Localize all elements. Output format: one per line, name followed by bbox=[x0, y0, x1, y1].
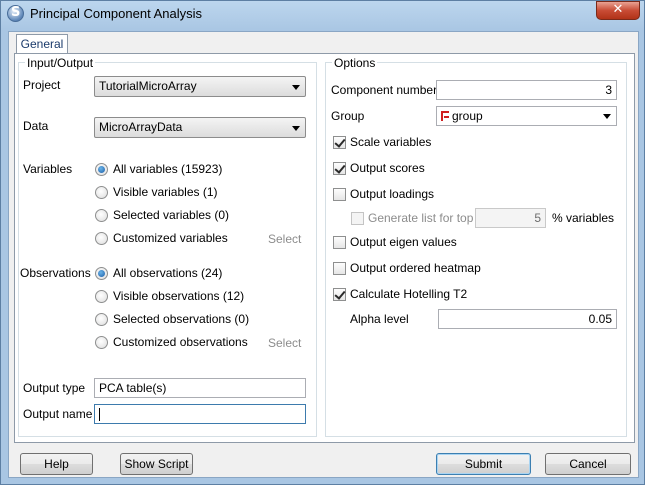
group-label: Group bbox=[331, 109, 365, 123]
customized-observations-label: Customized observations bbox=[113, 335, 248, 349]
radio-customized-observations[interactable] bbox=[95, 336, 108, 349]
calculate-hotelling-label: Calculate Hotelling T2 bbox=[350, 287, 468, 301]
percent-variables-label: % variables bbox=[552, 211, 615, 225]
visible-observations-label: Visible observations (12) bbox=[113, 289, 245, 303]
pca-dialog-window: Principal Component Analysis ✕ General I… bbox=[0, 0, 645, 485]
scale-variables-checkbox[interactable] bbox=[333, 136, 346, 149]
cancel-button[interactable]: Cancel bbox=[545, 453, 631, 475]
output-type-label: Output type bbox=[23, 381, 86, 395]
output-eigen-values-checkbox[interactable] bbox=[333, 236, 346, 249]
output-type-field[interactable]: PCA table(s) bbox=[94, 378, 306, 398]
data-label: Data bbox=[23, 119, 49, 133]
options-title: Options bbox=[332, 56, 378, 70]
tab-general[interactable]: General bbox=[16, 34, 68, 54]
output-ordered-heatmap-label: Output ordered heatmap bbox=[350, 261, 481, 275]
radio-visible-observations[interactable] bbox=[95, 290, 108, 303]
output-eigen-values-label: Output eigen values bbox=[350, 235, 457, 249]
chevron-down-icon bbox=[292, 126, 300, 131]
selected-observations-label: Selected observations (0) bbox=[113, 312, 250, 326]
output-scores-label: Output scores bbox=[350, 161, 425, 175]
radio-customized-variables[interactable] bbox=[95, 232, 108, 245]
selected-variables-label: Selected variables (0) bbox=[113, 208, 230, 222]
dialog-client-area: General Input/Output Project TutorialMic… bbox=[8, 31, 639, 478]
radio-all-variables[interactable] bbox=[95, 163, 108, 176]
radio-all-observations[interactable] bbox=[95, 267, 108, 280]
help-button[interactable]: Help bbox=[20, 453, 93, 475]
general-tab-panel: Input/Output Project TutorialMicroArray … bbox=[14, 53, 635, 443]
radio-visible-variables[interactable] bbox=[95, 186, 108, 199]
project-select-value: TutorialMicroArray bbox=[99, 79, 197, 93]
observations-label: Observations bbox=[20, 266, 91, 280]
text-caret bbox=[99, 408, 100, 422]
component-number-label: Component number bbox=[331, 83, 438, 97]
title-bar: Principal Component Analysis ✕ bbox=[1, 1, 644, 27]
output-type-value: PCA table(s) bbox=[99, 381, 167, 395]
generate-list-checkbox[interactable] bbox=[351, 212, 364, 225]
generate-list-label: Generate list for top bbox=[368, 211, 474, 225]
chevron-down-icon bbox=[292, 85, 300, 90]
component-number-value: 3 bbox=[605, 83, 612, 97]
project-select[interactable]: TutorialMicroArray bbox=[94, 76, 306, 97]
all-variables-label: All variables (15923) bbox=[113, 162, 223, 176]
select-variables-link[interactable]: Select bbox=[268, 232, 301, 246]
close-button[interactable]: ✕ bbox=[596, 1, 640, 20]
calculate-hotelling-checkbox[interactable] bbox=[333, 288, 346, 301]
output-loadings-label: Output loadings bbox=[350, 187, 435, 201]
output-ordered-heatmap-checkbox[interactable] bbox=[333, 262, 346, 275]
alpha-level-label: Alpha level bbox=[350, 312, 409, 326]
radio-selected-variables[interactable] bbox=[95, 209, 108, 222]
group-select[interactable]: group bbox=[436, 106, 617, 126]
alpha-level-value: 0.05 bbox=[588, 312, 612, 326]
group-select-value: group bbox=[452, 109, 483, 123]
show-script-button[interactable]: Show Script bbox=[120, 453, 193, 475]
customized-variables-label: Customized variables bbox=[113, 231, 228, 245]
generate-list-top-input[interactable]: 5 bbox=[475, 208, 546, 228]
visible-variables-label: Visible variables (1) bbox=[113, 185, 218, 199]
input-output-title: Input/Output bbox=[25, 56, 96, 70]
data-select[interactable]: MicroArrayData bbox=[94, 117, 306, 138]
select-observations-link[interactable]: Select bbox=[268, 336, 301, 350]
input-output-group: Input/Output Project TutorialMicroArray … bbox=[18, 56, 317, 437]
data-select-value: MicroArrayData bbox=[99, 120, 183, 134]
output-name-label: Output name bbox=[23, 407, 93, 421]
group-variable-icon bbox=[441, 111, 449, 121]
all-observations-label: All observations (24) bbox=[113, 266, 223, 280]
scale-variables-label: Scale variables bbox=[350, 135, 432, 149]
project-label: Project bbox=[23, 78, 61, 92]
window-title: Principal Component Analysis bbox=[30, 6, 202, 21]
output-loadings-checkbox[interactable] bbox=[333, 188, 346, 201]
radio-selected-observations[interactable] bbox=[95, 313, 108, 326]
submit-button[interactable]: Submit bbox=[436, 453, 531, 475]
output-name-input[interactable] bbox=[94, 404, 306, 424]
generate-list-top-value: 5 bbox=[534, 211, 541, 225]
chevron-down-icon bbox=[603, 114, 611, 119]
output-scores-checkbox[interactable] bbox=[333, 162, 346, 175]
alpha-level-input[interactable]: 0.05 bbox=[438, 309, 617, 329]
options-group: Options Component number 3 Group group S… bbox=[325, 56, 627, 437]
app-logo-icon bbox=[7, 5, 24, 22]
variables-label: Variables bbox=[23, 162, 73, 176]
component-number-input[interactable]: 3 bbox=[436, 80, 617, 100]
